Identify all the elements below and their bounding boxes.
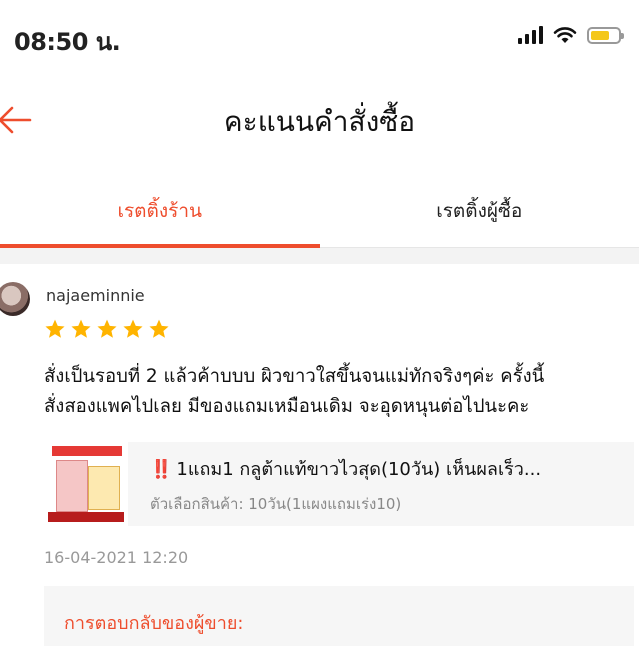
tab-buyer-rating[interactable]: เรตติ้งผู้ซื้อ xyxy=(320,176,639,248)
product-thumbnail xyxy=(44,442,128,526)
star-icon xyxy=(44,318,66,340)
star-icon xyxy=(122,318,144,340)
review-comment: สั่งเป็นรอบที่ 2 แล้วค้าบบบ ผิวขาวใสขึ้น… xyxy=(44,362,634,422)
battery-icon xyxy=(587,27,621,44)
review-date: 16-04-2021 12:20 xyxy=(44,548,188,567)
tab-bar: เรตติ้งร้าน เรตติ้งผู้ซื้อ xyxy=(0,176,639,248)
section-divider xyxy=(0,248,639,264)
star-icon xyxy=(148,318,170,340)
review-comment-line: สั่งเป็นรอบที่ 2 แล้วค้าบบบ ผิวขาวใสขึ้น… xyxy=(44,362,634,392)
avatar[interactable] xyxy=(0,282,30,316)
rating-stars xyxy=(44,318,170,340)
product-variation: ตัวเลือกสินค้า: 10วัน(1แผงแถมเร่ง10) xyxy=(150,492,401,516)
seller-reply-label: การตอบกลับของผู้ขาย: xyxy=(64,608,243,637)
top-bar: คะแนนคำสั่งซื้อ xyxy=(0,78,639,164)
status-bar: 08:50 น. xyxy=(0,0,639,78)
product-card[interactable]: ‼️1แถม1 กลูต้าแท้ขาวไวสุด(10วัน) เห็นผลเ… xyxy=(44,442,634,526)
tab-shop-rating[interactable]: เรตติ้งร้าน xyxy=(0,176,320,248)
review-comment-line: สั่งสองแพคไปเลย มีของแถมเหมือนเดิม จะอุด… xyxy=(44,392,634,422)
signal-icon xyxy=(518,26,543,44)
product-name-text: 1แถม1 กลูต้าแท้ขาวไวสุด(10วัน) เห็นผลเร็… xyxy=(176,459,541,480)
reviewer-username: najaeminnie xyxy=(46,286,145,305)
status-icons xyxy=(518,26,621,44)
product-name: ‼️1แถม1 กลูต้าแท้ขาวไวสุด(10วัน) เห็นผลเ… xyxy=(150,454,630,483)
page-title: คะแนนคำสั่งซื้อ xyxy=(0,100,639,144)
wifi-icon xyxy=(553,26,577,44)
review-card: najaeminnie สั่งเป็นรอบที่ 2 แล้วค้าบบบ … xyxy=(0,264,639,639)
star-icon xyxy=(96,318,118,340)
seller-reply: การตอบกลับของผู้ขาย: xyxy=(44,586,634,646)
star-icon xyxy=(70,318,92,340)
status-time: 08:50 น. xyxy=(14,22,120,61)
double-exclamation-icon: ‼️ xyxy=(150,459,172,480)
